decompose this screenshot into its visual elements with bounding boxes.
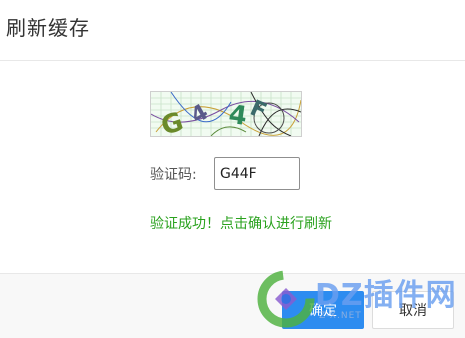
dialog-header: 刷新缓存 [0, 0, 465, 61]
cancel-button[interactable]: 取消 [372, 291, 454, 329]
captcha-code-label: 验证码: [150, 167, 197, 183]
captcha-image[interactable]: G 4 4 F [150, 91, 302, 137]
verification-success-message: 验证成功！点击确认进行刷新 [150, 216, 332, 232]
captcha-code-input[interactable] [214, 157, 300, 190]
confirm-button[interactable]: 确定 [282, 291, 364, 329]
dialog-title: 刷新缓存 [6, 16, 90, 40]
